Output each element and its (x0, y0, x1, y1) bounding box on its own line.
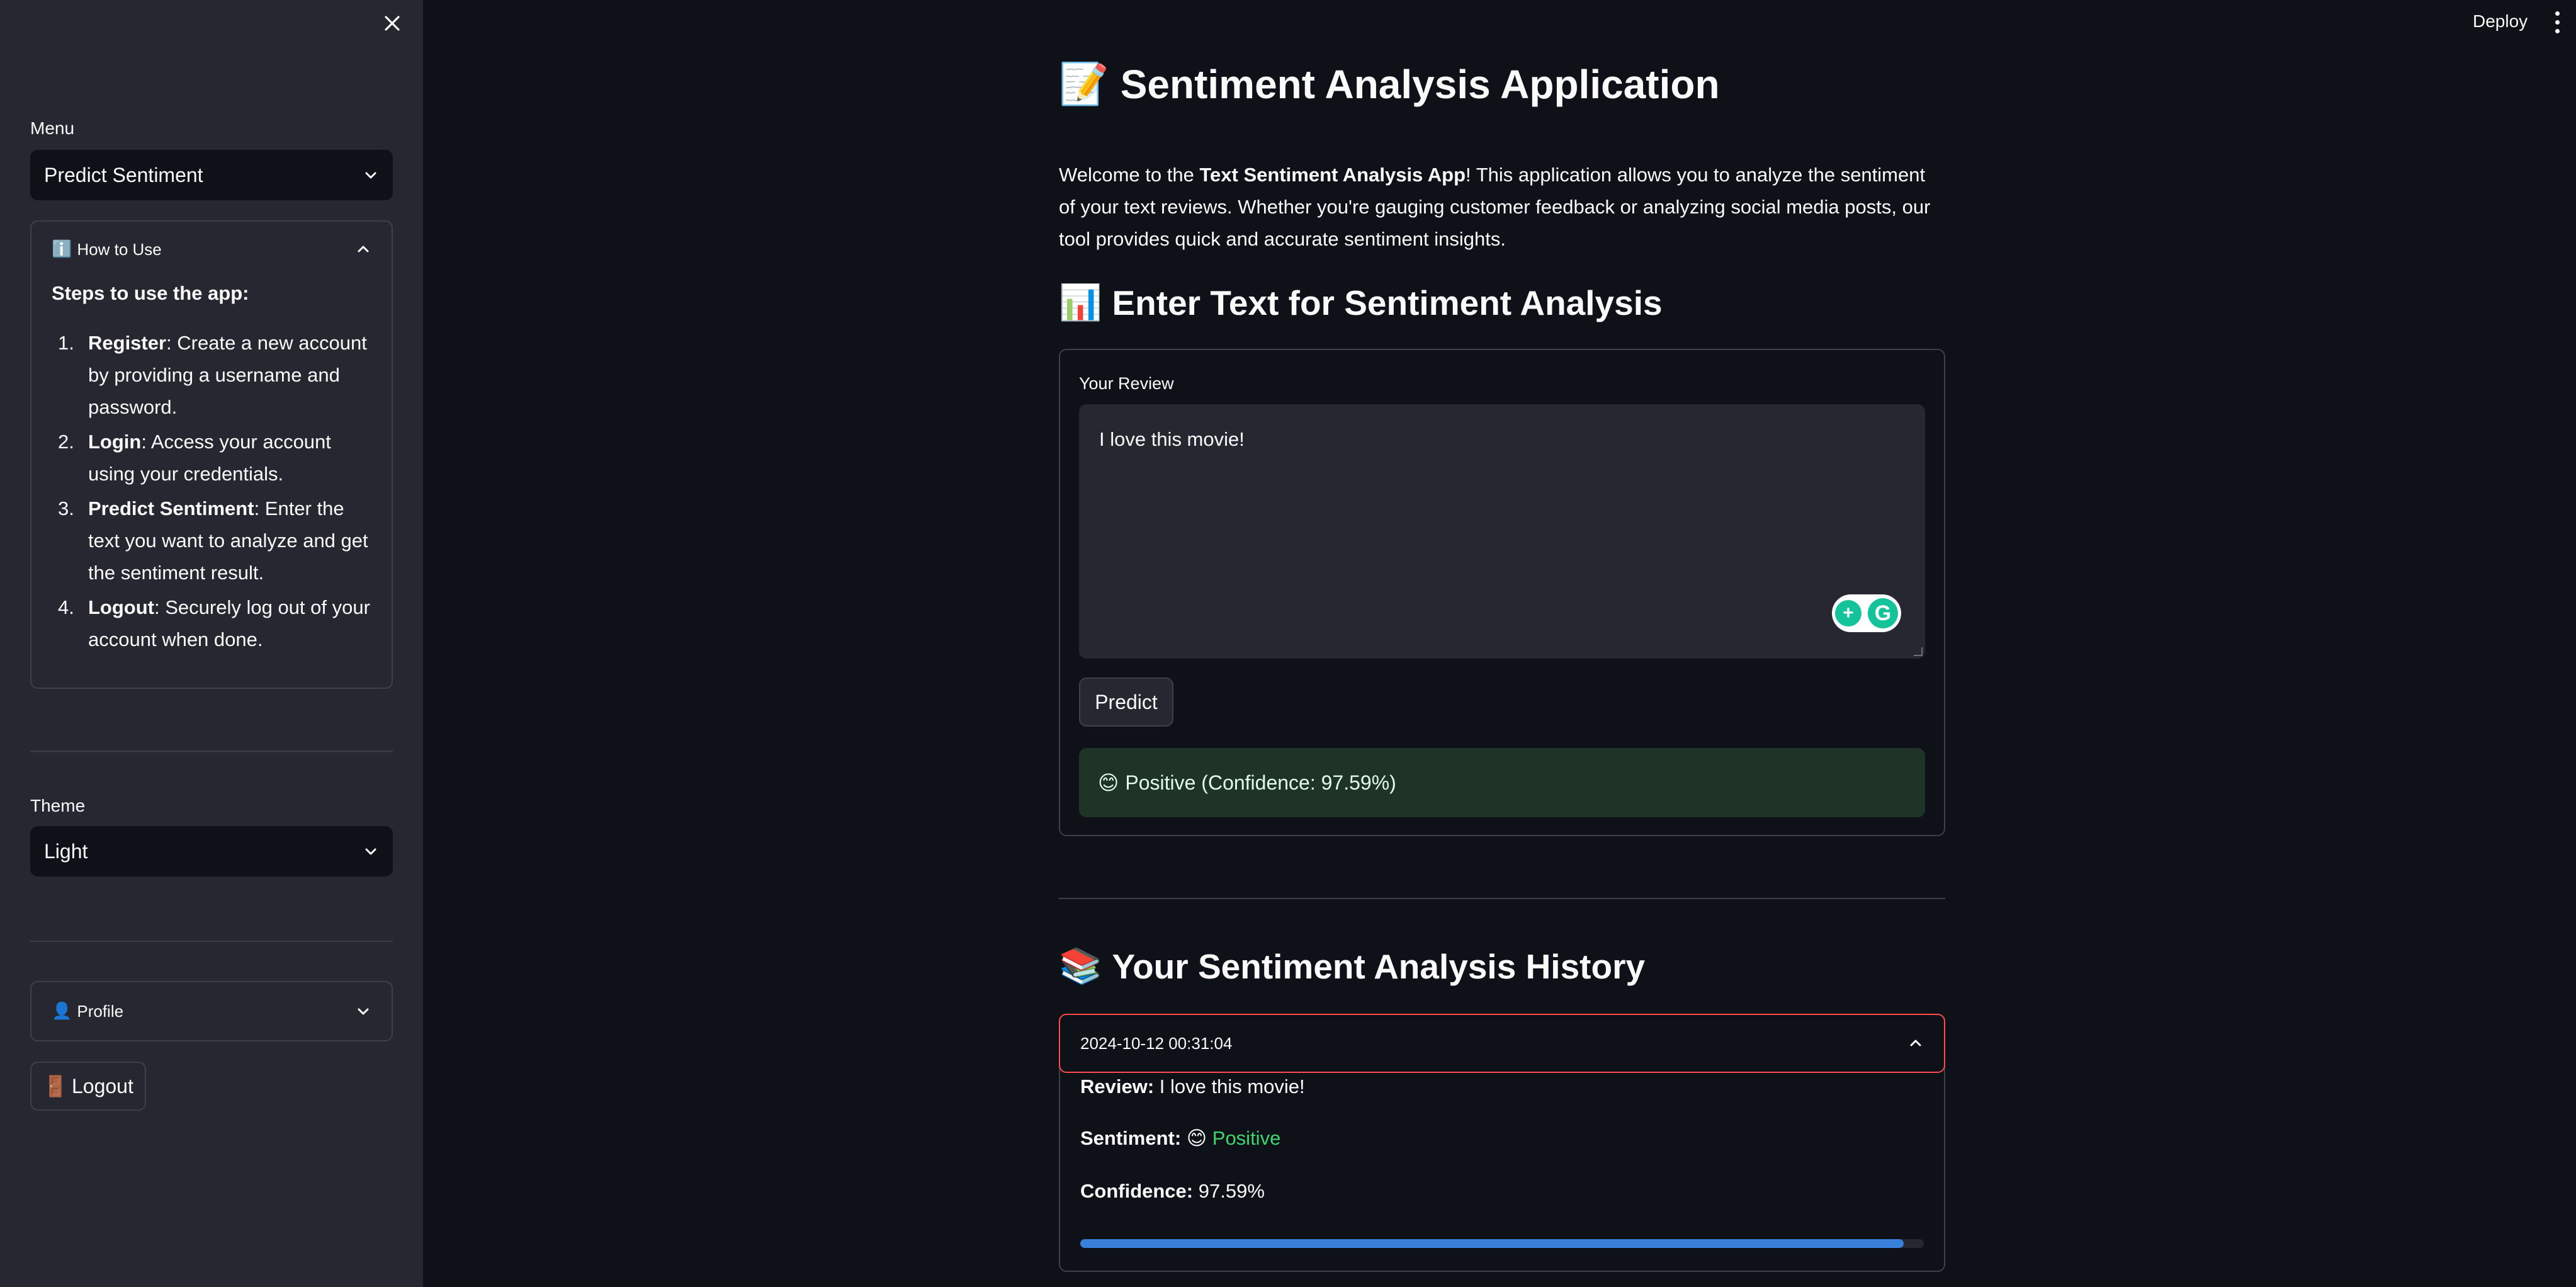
prediction-result-alert: 😊 Positive (Confidence: 97.59%) (1079, 748, 1925, 817)
profile-expander[interactable]: 👤 Profile (30, 981, 393, 1041)
history-sentiment-value: Positive (1212, 1127, 1281, 1149)
theme-select[interactable]: Light (30, 826, 393, 876)
step-name: Predict Sentiment (88, 497, 254, 519)
list-item: 1. Register: Create a new account by pro… (52, 327, 371, 423)
menu-select[interactable]: Predict Sentiment (30, 150, 393, 200)
theme-select-value: Light (44, 839, 88, 863)
bar-chart-icon: 📊 (1059, 282, 1102, 322)
info-icon: ℹ️ (52, 240, 72, 259)
steps-title: Steps to use the app: (52, 282, 249, 304)
logout-label: Logout (71, 1074, 133, 1097)
step-number: 1. (58, 332, 74, 354)
history-timestamp: 2024-10-12 00:31:04 (1080, 1033, 1233, 1053)
user-icon: 👤 (52, 1002, 72, 1021)
how-to-use-header[interactable]: ℹ️ How to Use (31, 222, 392, 277)
theme-label: Theme (30, 796, 86, 815)
close-sidebar-icon[interactable] (380, 11, 404, 35)
predict-button[interactable]: Predict (1079, 678, 1173, 727)
confidence-progress-fill (1080, 1239, 1904, 1248)
enter-text-heading-text: Enter Text for Sentiment Analysis (1112, 283, 1663, 322)
history-confidence: Confidence: 97.59% (1080, 1180, 1265, 1203)
chevron-down-icon (363, 167, 379, 183)
prediction-result-text: Positive (Confidence: 97.59%) (1125, 771, 1396, 794)
chevron-up-icon (355, 241, 371, 258)
history-review-label: Review: (1080, 1075, 1155, 1097)
chevron-down-icon (355, 1003, 371, 1019)
history-review: Review: I love this movie! (1080, 1075, 1305, 1098)
more-options-icon[interactable] (2551, 9, 2563, 35)
history-expander: 2024-10-12 00:31:04 Review: I love this … (1059, 1014, 1945, 1272)
history-confidence-label: Confidence: (1080, 1180, 1194, 1202)
books-icon: 📚 (1059, 946, 1102, 986)
how-to-use-title: How to Use (77, 239, 162, 259)
confidence-progress-bar (1080, 1239, 1924, 1248)
sidebar-divider (30, 941, 393, 942)
page-title-text: Sentiment Analysis Application (1120, 61, 1720, 107)
how-to-use-body: Steps to use the app: 1. Register: Creat… (31, 277, 392, 673)
step-name: Login (88, 431, 142, 453)
intro-app-name: Text Sentiment Analysis App (1199, 164, 1466, 186)
memo-icon: 📝 (1059, 61, 1109, 108)
history-heading: 📚 Your Sentiment Analysis History (1059, 946, 1645, 987)
history-sentiment-label: Sentiment: (1080, 1127, 1182, 1149)
history-heading-text: Your Sentiment Analysis History (1112, 946, 1646, 986)
review-text: I love this movie! (1099, 428, 1245, 450)
list-item: 4. Logout: Securely log out of your acco… (52, 591, 371, 655)
door-icon: 🚪 (43, 1074, 68, 1098)
step-number: 4. (58, 596, 74, 618)
grammarly-bulb-icon[interactable]: + (1835, 600, 1861, 626)
review-form: Your Review I love this movie! + G Predi… (1059, 349, 1945, 836)
main-divider (1059, 898, 1945, 899)
smiling-face-icon: 😊 (1098, 771, 1119, 795)
history-sentiment: Sentiment: 😊 Positive (1080, 1127, 1280, 1150)
history-entry-header[interactable]: 2024-10-12 00:31:04 (1059, 1014, 1945, 1073)
step-number: 2. (58, 431, 74, 453)
steps-list: 1. Register: Create a new account by pro… (52, 327, 371, 655)
chevron-down-icon (363, 843, 379, 859)
profile-title: Profile (77, 1001, 124, 1021)
list-item: 2. Login: Access your account using your… (52, 426, 371, 490)
review-label: Your Review (1079, 374, 1174, 393)
menu-label: Menu (30, 118, 75, 138)
logout-button[interactable]: 🚪 Logout (30, 1062, 146, 1111)
intro-paragraph: Welcome to the Text Sentiment Analysis A… (1059, 159, 1945, 255)
enter-text-heading: 📊 Enter Text for Sentiment Analysis (1059, 282, 1663, 323)
history-confidence-value: 97.59% (1198, 1180, 1265, 1202)
intro-prefix: Welcome to the (1059, 164, 1200, 186)
resize-handle-icon[interactable] (1914, 647, 1923, 656)
step-name: Register (88, 332, 167, 354)
deploy-button[interactable]: Deploy (2473, 11, 2528, 31)
grammarly-g-icon[interactable]: G (1868, 598, 1898, 628)
page-title: 📝 Sentiment Analysis Application (1059, 60, 1720, 108)
review-textarea[interactable]: I love this movie! + G (1079, 404, 1925, 659)
step-name: Logout (88, 596, 155, 618)
sidebar: Menu Predict Sentiment ℹ️ How to Use Ste… (0, 0, 423, 1287)
grammarly-widget[interactable]: + G (1832, 594, 1901, 632)
chevron-up-icon (1907, 1035, 1924, 1052)
menu-select-value: Predict Sentiment (44, 163, 203, 186)
profile-header[interactable]: 👤 Profile (31, 982, 392, 1040)
history-review-value: I love this movie! (1159, 1075, 1305, 1097)
smiling-face-icon: 😊 (1186, 1127, 1207, 1150)
how-to-use-expander: ℹ️ How to Use Steps to use the app: 1. R… (30, 220, 393, 689)
list-item: 3. Predict Sentiment: Enter the text you… (52, 492, 371, 589)
sidebar-divider (30, 751, 393, 752)
step-number: 3. (58, 497, 74, 519)
